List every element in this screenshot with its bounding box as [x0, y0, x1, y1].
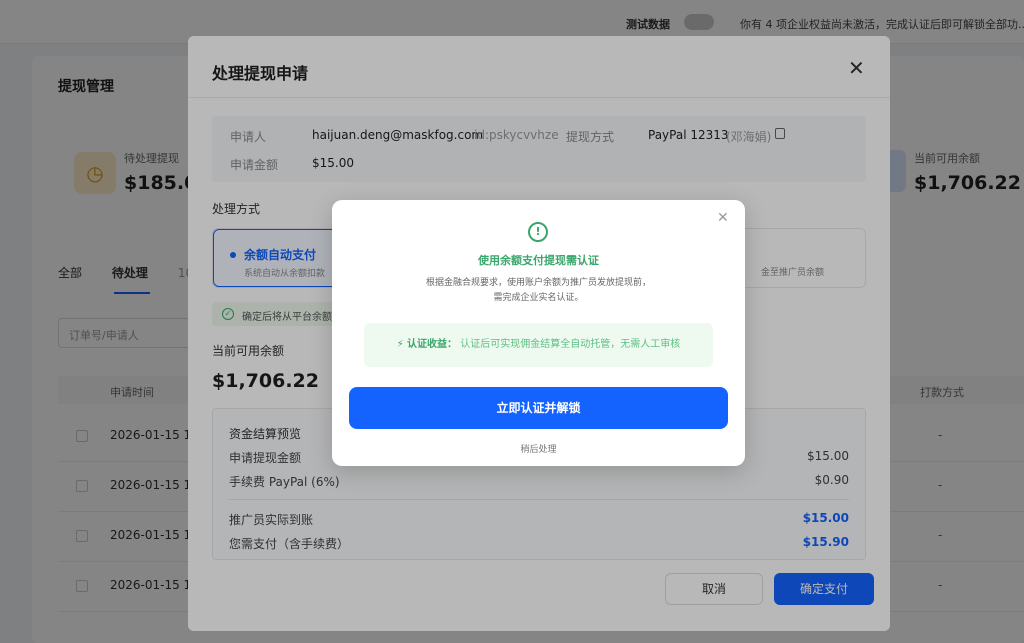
verify-unlock-button[interactable]: 立即认证并解锁 — [349, 387, 728, 429]
lightning-icon: ⚡ — [396, 339, 404, 350]
later-link[interactable]: 稍后处理 — [332, 442, 745, 455]
verification-required-modal: ✕ ! 使用余额支付提现需认证 根据金融合规要求，使用账户余额为推广员发放提现前… — [332, 200, 745, 466]
auth-desc-line2: 需完成企业实名认证。 — [493, 293, 584, 303]
benefit-label: 认证收益： — [407, 339, 458, 350]
benefit-box: ⚡ 认证收益： 认证后可实现佣金结算全自动托管，无需人工审核 — [364, 323, 713, 367]
auth-description: 根据金融合规要求，使用账户余额为推广员发放提现前， 需完成企业实名认证。 — [332, 276, 745, 306]
close-icon[interactable]: ✕ — [717, 210, 729, 226]
auth-title: 使用余额支付提现需认证 — [478, 254, 599, 267]
auth-desc-line1: 根据金融合规要求，使用账户余额为推广员发放提现前， — [425, 278, 651, 288]
benefit-text: 认证后可实现佣金结算全自动托管，无需人工审核 — [460, 339, 681, 350]
alert-circle-icon: ! — [528, 222, 548, 242]
